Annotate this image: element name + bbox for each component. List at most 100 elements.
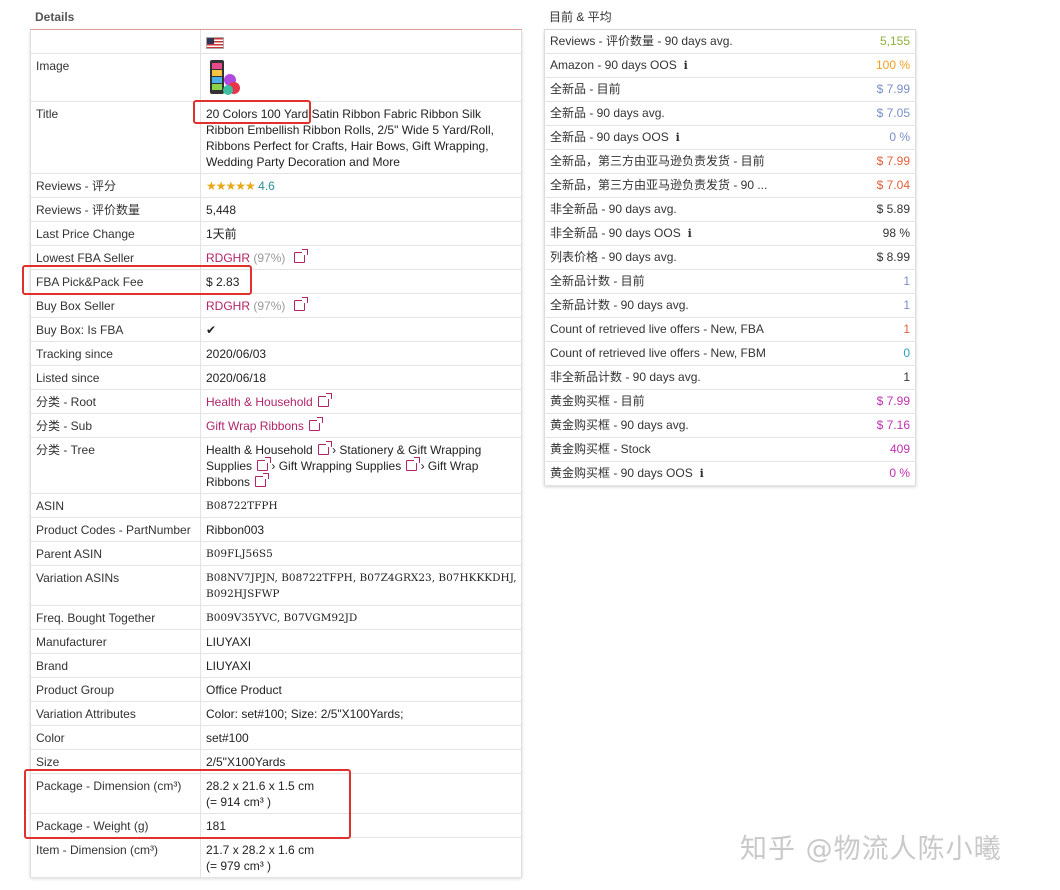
- product-image[interactable]: [206, 58, 242, 98]
- brand-link[interactable]: LIUYAXI: [200, 653, 522, 678]
- metric-value: $ 5.89: [835, 197, 916, 222]
- metric-value: 409: [835, 437, 916, 462]
- table-row: [30, 30, 522, 54]
- table-row: 列表价格 - 90 days avg. $ 8.99: [544, 245, 916, 270]
- product-group-link[interactable]: Office Product: [200, 677, 522, 702]
- last-price-change-label: Last Price Change: [30, 221, 201, 246]
- table-row: 全新品，第三方由亚马逊负责发货 - 目前 $ 7.99: [544, 149, 916, 174]
- size-label: Size: [30, 749, 201, 774]
- variation-asins-links[interactable]: B08NV7JPJN, B08722TFPH, B07Z4GRX23, B07H…: [200, 565, 522, 606]
- buybox-seller-pct: (97%): [253, 299, 286, 313]
- package-weight-value: 181: [200, 813, 522, 838]
- info-icon[interactable]: i: [681, 54, 691, 77]
- variation-attributes-value: Color: set#100; Size: 2/5"X100Yards;: [200, 701, 522, 726]
- manufacturer-label: Manufacturer: [30, 629, 201, 654]
- metric-label: 全新品 - 目前: [550, 82, 621, 96]
- category-tree-link[interactable]: Gift Wrapping Supplies: [279, 459, 402, 473]
- metric-label: 黄金购买框 - 90 days OOS: [550, 466, 693, 480]
- category-tree-label: 分类 - Tree: [30, 437, 201, 494]
- listed-since-label: Listed since: [30, 365, 201, 390]
- size-link[interactable]: 2/5"X100Yards: [200, 749, 522, 774]
- current-average-title: 目前 & 平均: [544, 0, 916, 30]
- variation-asins-label: Variation ASINs: [30, 565, 201, 606]
- table-row: 全新品计数 - 90 days avg. 1: [544, 293, 916, 318]
- metric-label: 黄金购买框 - 90 days avg.: [550, 418, 689, 432]
- table-row: 非全新品 - 90 days avg. $ 5.89: [544, 197, 916, 222]
- us-flag-icon: [206, 36, 224, 49]
- partnumber-value: Ribbon003: [200, 517, 522, 542]
- item-dimension-label: Item - Dimension (cm³): [30, 837, 201, 878]
- color-link[interactable]: set#100: [200, 725, 522, 750]
- external-link-icon[interactable]: [317, 393, 332, 407]
- info-icon[interactable]: i: [697, 462, 707, 485]
- metric-label: 全新品 - 90 days avg.: [550, 106, 665, 120]
- table-row: Count of retrieved live offers - New, FB…: [544, 341, 916, 366]
- breadcrumb-separator: ›: [332, 443, 337, 457]
- external-link-icon[interactable]: [255, 473, 270, 487]
- metric-value: $ 7.16: [835, 413, 916, 438]
- tracking-since-label: Tracking since: [30, 341, 201, 366]
- table-row: Last Price Change 1天前: [30, 221, 522, 246]
- metric-label: 全新品计数 - 目前: [550, 274, 645, 288]
- brand-label: Brand: [30, 653, 201, 678]
- external-link-icon[interactable]: [257, 457, 272, 471]
- table-row: Lowest FBA Seller RDGHR (97%): [30, 245, 522, 270]
- category-root-label: 分类 - Root: [30, 389, 201, 414]
- external-link-icon[interactable]: [293, 249, 308, 263]
- table-row: 全新品计数 - 目前 1: [544, 269, 916, 294]
- category-tree-link[interactable]: Health & Household: [206, 443, 313, 457]
- parent-asin-label: Parent ASIN: [30, 541, 201, 566]
- reviews-count-label: Reviews - 评价数量: [30, 197, 201, 222]
- info-icon[interactable]: i: [673, 126, 683, 149]
- image-label: Image: [30, 53, 201, 102]
- table-row: 分类 - Sub Gift Wrap Ribbons: [30, 413, 522, 438]
- watermark: 知乎 @物流人陈小曦: [740, 834, 1002, 865]
- table-row: Package - Weight (g) 181: [30, 813, 522, 838]
- table-row: Tracking since 2020/06/03: [30, 341, 522, 366]
- external-link-icon[interactable]: [293, 297, 308, 311]
- metric-value: 1: [835, 269, 916, 294]
- details-table: Image Title 20 Colors 100 Yard Satin Rib…: [30, 30, 522, 878]
- metric-label: 全新品计数 - 90 days avg.: [550, 298, 689, 312]
- title-label: Title: [30, 101, 201, 174]
- external-link-icon[interactable]: [308, 417, 323, 431]
- table-row: 黄金购买框 - 90 days avg. $ 7.16: [544, 413, 916, 438]
- buybox-seller-link[interactable]: RDGHR: [206, 299, 250, 313]
- asin-value: B08722TFPH: [200, 493, 522, 518]
- table-row: 全新品，第三方由亚马逊负责发货 - 90 ... $ 7.04: [544, 173, 916, 198]
- metric-value: 1: [835, 365, 916, 390]
- table-row: Item - Dimension (cm³) 21.7 x 28.2 x 1.6…: [30, 837, 522, 878]
- category-root-link[interactable]: Health & Household: [206, 395, 313, 409]
- metric-value: 1: [835, 293, 916, 318]
- table-row: Reviews - 评价数量 5,448: [30, 197, 522, 222]
- fba-fee-label: FBA Pick&Pack Fee: [30, 269, 201, 294]
- reviews-count-value: 5,448: [200, 197, 522, 222]
- metric-label: Reviews - 评价数量 - 90 days avg.: [550, 34, 733, 48]
- external-link-icon[interactable]: [406, 457, 421, 471]
- tracking-since-value: 2020/06/03: [200, 341, 522, 366]
- table-row: Product Codes - PartNumber Ribbon003: [30, 517, 522, 542]
- table-row: Amazon - 90 days OOS i 100 %: [544, 53, 916, 78]
- table-row: ASIN B08722TFPH: [30, 493, 522, 518]
- metric-label: 黄金购买框 - Stock: [550, 442, 651, 456]
- buybox-fba-label: Buy Box: Is FBA: [30, 317, 201, 342]
- metric-value: $ 7.05: [835, 101, 916, 126]
- reviews-rating-label: Reviews - 评分: [30, 173, 201, 198]
- table-row: 分类 - Root Health & Household: [30, 389, 522, 414]
- lowest-fba-seller-link[interactable]: RDGHR: [206, 251, 250, 265]
- fba-fee-value: $ 2.83: [200, 269, 522, 294]
- info-icon[interactable]: i: [685, 222, 695, 245]
- table-row: 全新品 - 90 days avg. $ 7.05: [544, 101, 916, 126]
- lowest-fba-seller-label: Lowest FBA Seller: [30, 245, 201, 270]
- table-row: 非全新品计数 - 90 days avg. 1: [544, 365, 916, 390]
- external-link-icon[interactable]: [317, 441, 332, 455]
- metric-value: $ 8.99: [835, 245, 916, 270]
- freq-bought-links[interactable]: B009V35YVC, B07VGM92JD: [200, 605, 522, 630]
- metric-value: $ 7.99: [835, 77, 916, 102]
- metric-label: 全新品 - 90 days OOS: [550, 130, 669, 144]
- metric-label: Count of retrieved live offers - New, FB…: [550, 346, 766, 360]
- manufacturer-link[interactable]: LIUYAXI: [200, 629, 522, 654]
- table-row: Size 2/5"X100Yards: [30, 749, 522, 774]
- table-row: Variation Attributes Color: set#100; Siz…: [30, 701, 522, 726]
- category-sub-link[interactable]: Gift Wrap Ribbons: [206, 419, 304, 433]
